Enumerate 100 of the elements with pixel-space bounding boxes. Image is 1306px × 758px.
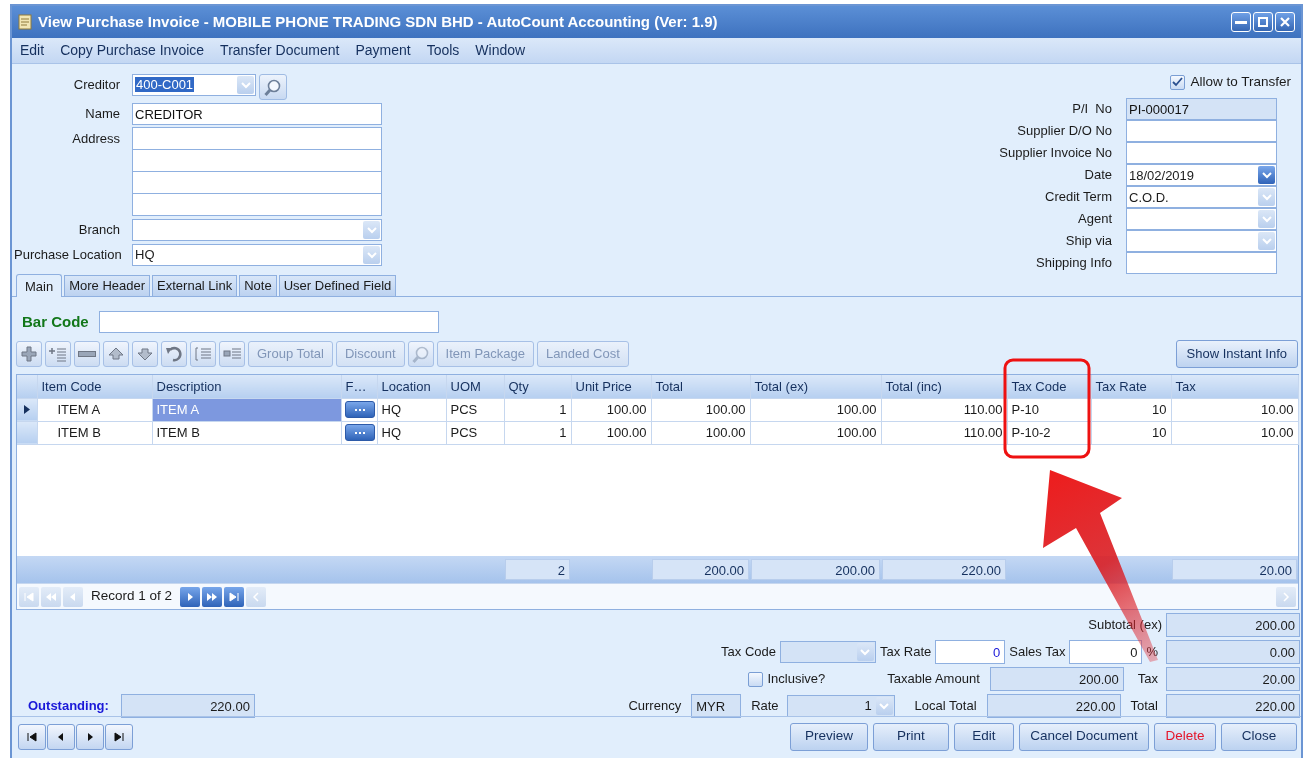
column-header[interactable]: Description (152, 375, 341, 398)
action-button[interactable]: Delete (1154, 722, 1216, 751)
list-item-button[interactable] (219, 340, 245, 367)
checkbox[interactable] (1170, 74, 1186, 90)
text-field[interactable]: CREDITOR (132, 103, 382, 125)
column-header[interactable]: Tax Rate (1091, 375, 1171, 398)
text-field[interactable] (1126, 142, 1277, 165)
table-cell: 110.00 (881, 421, 1007, 444)
dropdown-button[interactable] (1258, 166, 1275, 185)
next-record-button[interactable] (76, 723, 104, 750)
first-record-button[interactable] (18, 723, 46, 750)
text-field[interactable] (1126, 120, 1277, 143)
last-record-button[interactable] (105, 723, 133, 750)
address-field[interactable] (132, 193, 382, 216)
next-record-button[interactable] (180, 586, 201, 607)
search-button[interactable] (259, 74, 287, 100)
list-button[interactable] (190, 340, 216, 367)
text-field[interactable]: PI-000017 (1126, 98, 1277, 121)
action-button[interactable]: Print (873, 722, 949, 751)
dropdown-field[interactable]: 1 (786, 695, 895, 717)
currency-field: MYR (691, 694, 742, 718)
address-field[interactable] (132, 149, 382, 172)
column-header[interactable]: Location (377, 375, 446, 398)
table-cell: HQ (377, 398, 446, 421)
action-button[interactable]: Edit (954, 722, 1014, 751)
table-cell: 10.00 (1171, 398, 1298, 421)
summary-cell: 220.00 (882, 559, 1006, 580)
instant-info-button[interactable]: Show Instant Info (1175, 339, 1298, 368)
scroll-right-button[interactable] (1276, 586, 1296, 607)
tab[interactable]: Main (16, 274, 63, 297)
down-arrow-button[interactable] (132, 340, 158, 367)
plus-button[interactable] (16, 340, 42, 367)
amount-field: 220.00 (1166, 694, 1300, 718)
previous-record-button[interactable] (47, 723, 75, 750)
field-label: Sales Tax (1009, 643, 1066, 662)
column-header[interactable]: Unit Price (571, 375, 651, 398)
address-field[interactable] (132, 127, 382, 150)
column-header[interactable]: Total (651, 375, 750, 398)
field-label: Agent (1077, 210, 1112, 229)
amount-field: 200.00 (989, 667, 1124, 691)
action-button[interactable]: Preview (790, 722, 868, 751)
rate-field: 0 (935, 640, 1006, 664)
menu-item[interactable]: Tools (426, 40, 460, 61)
ellipsis-button[interactable] (344, 401, 375, 418)
row-header[interactable] (17, 398, 37, 421)
column-header[interactable]: Tax (1171, 375, 1298, 398)
tab[interactable]: Note (239, 275, 277, 296)
amount-field: 220.00 (986, 694, 1121, 718)
tab[interactable]: External Link (152, 275, 238, 296)
chevron-down-icon (239, 79, 252, 91)
field-label: Tax (1137, 670, 1158, 689)
undo-button[interactable] (161, 340, 187, 367)
amount-field: 200.00 (1166, 613, 1300, 637)
rate-field: 0 (1069, 640, 1143, 664)
minus-button[interactable] (74, 340, 100, 367)
table-cell: 100.00 (651, 398, 750, 421)
chevron-right-icon (1280, 590, 1292, 603)
menu-item[interactable]: Edit (20, 40, 45, 61)
skip-forward-icon (113, 730, 125, 743)
close-icon (1279, 16, 1291, 28)
barcode-field[interactable] (98, 311, 439, 333)
menu-item[interactable]: Payment (355, 40, 411, 61)
list-icon (194, 344, 212, 363)
dropdown-field[interactable] (780, 641, 876, 663)
tab[interactable]: User Defined Field (278, 275, 397, 296)
field-label: Creditor (72, 76, 120, 94)
action-button[interactable]: Cancel Document (1019, 722, 1149, 751)
minimize-button[interactable] (1231, 12, 1251, 32)
column-header[interactable]: Total (inc) (881, 375, 1007, 398)
minimize-icon (1235, 20, 1247, 24)
menu-item[interactable]: Copy Purchase Invoice (60, 40, 205, 61)
field-label: Supplier D/O No (1016, 122, 1112, 141)
tab[interactable]: More Header (64, 275, 151, 296)
next-page-button[interactable] (202, 586, 223, 607)
amount-field: 20.00 (1166, 667, 1300, 691)
column-header[interactable]: UOM (446, 375, 504, 398)
action-button[interactable]: Close (1221, 722, 1297, 751)
field-label: Address (71, 130, 120, 148)
column-header[interactable]: Qty (504, 375, 571, 398)
up-arrow-button[interactable] (103, 340, 129, 367)
maximize-button[interactable] (1253, 12, 1273, 32)
minus-icon (78, 350, 96, 357)
address-field[interactable] (132, 171, 382, 194)
column-header[interactable]: Item Code (37, 375, 152, 398)
column-header[interactable]: Total (ex) (750, 375, 881, 398)
column-header[interactable]: Tax Code (1007, 375, 1091, 398)
table-cell: 1 (504, 398, 571, 421)
close-button[interactable] (1275, 12, 1295, 32)
field-label: Inclusive? (767, 670, 826, 689)
text-field[interactable] (1126, 252, 1277, 275)
field-label: Bar Code (22, 311, 89, 332)
menu-item[interactable]: Transfer Document (220, 40, 340, 61)
checkbox[interactable] (748, 671, 764, 687)
insert-row-button[interactable] (45, 340, 71, 367)
table-cell: ITEM A (37, 398, 152, 421)
dropdown-field[interactable]: 18/02/2019 (1126, 164, 1277, 187)
table-cell: P-10 (1007, 398, 1091, 421)
ellipsis-button[interactable] (344, 424, 375, 441)
column-header[interactable]: F… (341, 375, 377, 398)
menu-item[interactable]: Window (475, 40, 526, 61)
